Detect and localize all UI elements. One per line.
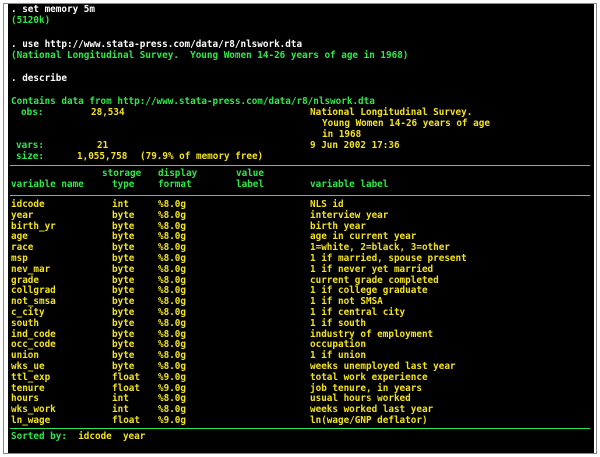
variable-name: year [11, 209, 34, 221]
variable-name: south [11, 317, 39, 329]
size-value: 1,055,758 [77, 151, 128, 162]
variable-label: ln(wage/GNP deflator) [310, 415, 428, 426]
stata-results-window[interactable]: . set memory 5m (5120k) . use http://www… [8, 4, 594, 453]
divider-header [10, 195, 590, 196]
variable-name: ttl_exp [11, 371, 51, 383]
obs-value: 28,534 [91, 107, 125, 118]
variable-label: interview year [310, 209, 389, 221]
dataset-date: 9 Jun 2002 17:36 [310, 140, 400, 151]
data-source: http://www.stata-press.com/data/r8/nlswo… [117, 96, 375, 107]
variable-type: byte [112, 209, 135, 221]
contains-label: Contains data from [11, 96, 112, 107]
divider-bottom [10, 428, 590, 429]
header-type: type [112, 179, 135, 190]
variable-format: %8.0g [158, 317, 186, 329]
variable-name: ln_wage [11, 415, 51, 426]
variable-format: %8.0g [158, 263, 186, 275]
size-note: (79.9% of memory free) [140, 151, 264, 162]
size-label: size: [16, 151, 44, 162]
variable-type: float [112, 371, 140, 383]
header-variable-label: variable label [310, 179, 389, 190]
use-result: (National Longitudinal Survey. Young Wom… [11, 50, 409, 61]
sorted-by-label: Sorted by: [11, 431, 67, 442]
variable-type: byte [112, 263, 135, 275]
variable-format: %9.0g [158, 415, 186, 426]
variable-label: total work experience [310, 371, 428, 383]
sorted-by-vars: idcode year [78, 431, 146, 442]
variable-format: %8.0g [158, 209, 186, 221]
obs-label: obs: [21, 107, 44, 118]
variable-label: 1 if south [310, 317, 366, 329]
header-label: label [236, 179, 264, 190]
header-variable-name: variable name [11, 179, 84, 190]
variable-label: 1 if never yet married [310, 263, 434, 275]
sorted-by-line: Sorted by: idcode year [11, 431, 146, 443]
variable-name: nev_mar [11, 263, 51, 275]
set-memory-result: (5120k) [11, 15, 51, 26]
variable-type: float [112, 415, 140, 426]
screenshot-frame: . set memory 5m (5120k) . use http://www… [3, 3, 597, 454]
variable-format: %9.0g [158, 371, 186, 383]
divider-top [10, 165, 590, 166]
header-format: format [158, 179, 192, 190]
variable-type: byte [112, 317, 135, 329]
command-describe: . describe [11, 73, 67, 84]
